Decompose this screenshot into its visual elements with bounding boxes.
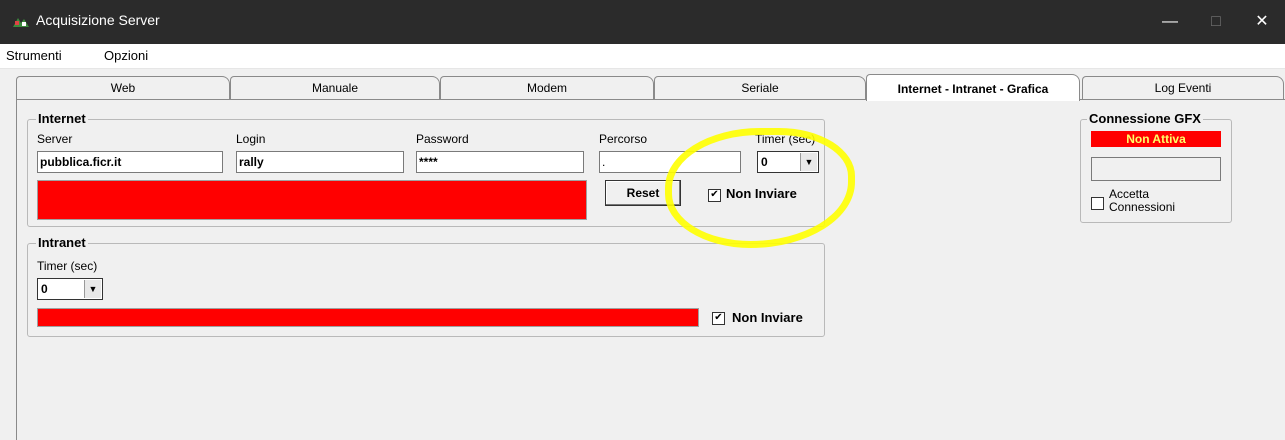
minimize-icon: — [1162,13,1178,30]
login-input[interactable]: rally [236,151,404,173]
intranet-group: Intranet Timer (sec) 0 ▼ ✔ Non Inviare [27,235,825,337]
intranet-group-title: Intranet [36,235,88,250]
server-input[interactable]: pubblica.ficr.it [37,151,223,173]
intranet-non-inviare-checkbox[interactable]: ✔ [712,312,725,325]
internet-group-title: Internet [36,111,88,126]
gfx-status-badge: Non Attiva [1091,131,1221,147]
intranet-timer-value: 0 [41,282,48,296]
login-label: Login [236,132,266,146]
tab-log-eventi[interactable]: Log Eventi [1082,76,1284,99]
menu-opzioni[interactable]: Opzioni [104,48,148,63]
menu-strumenti[interactable]: Strumenti [6,48,62,63]
percorso-label: Percorso [599,132,648,146]
tab-manuale[interactable]: Manuale [230,76,440,99]
accetta-label-line1: Accetta [1109,187,1150,201]
tab-internet-intranet-grafica[interactable]: Internet - Intranet - Grafica [866,74,1080,101]
accetta-connessioni-checkbox[interactable] [1091,197,1104,210]
close-button[interactable]: ✕ [1239,0,1285,44]
tab-seriale[interactable]: Seriale [654,76,866,99]
internet-status-bar [37,180,587,220]
server-label: Server [37,132,73,146]
gfx-group-title: Connessione GFX [1087,111,1203,126]
title-bar: Acquisizione Server — □ ✕ [0,0,1285,44]
tab-modem[interactable]: Modem [440,76,654,99]
intranet-timer-label: Timer (sec) [37,259,98,273]
window-title: Acquisizione Server [36,12,160,28]
close-icon: ✕ [1255,13,1269,30]
app-icon [13,18,29,27]
intranet-timer-select[interactable]: 0 ▼ [37,278,103,300]
tab-web[interactable]: Web [16,76,230,99]
accetta-connessioni-label: Accetta Connessioni [1109,188,1175,214]
minimize-button[interactable]: — [1147,0,1193,44]
password-label: Password [416,132,469,146]
intranet-non-inviare-label: Non Inviare [732,310,803,325]
maximize-button[interactable]: □ [1193,0,1239,44]
maximize-icon: □ [1211,13,1221,30]
tab-strip: Web Manuale Modem Seriale Internet - Int… [16,74,1285,101]
tab-panel: Internet Server pubblica.ficr.it Login r… [16,99,1285,440]
chevron-down-icon[interactable]: ▼ [84,280,101,298]
intranet-status-bar [37,308,699,327]
menu-bar: Strumenti Opzioni [0,44,1285,69]
gfx-group: Connessione GFX Non Attiva Accetta Conne… [1080,111,1232,223]
accetta-label-line2: Connessioni [1109,200,1176,214]
password-input[interactable]: **** [416,151,584,173]
gfx-field [1091,157,1221,181]
